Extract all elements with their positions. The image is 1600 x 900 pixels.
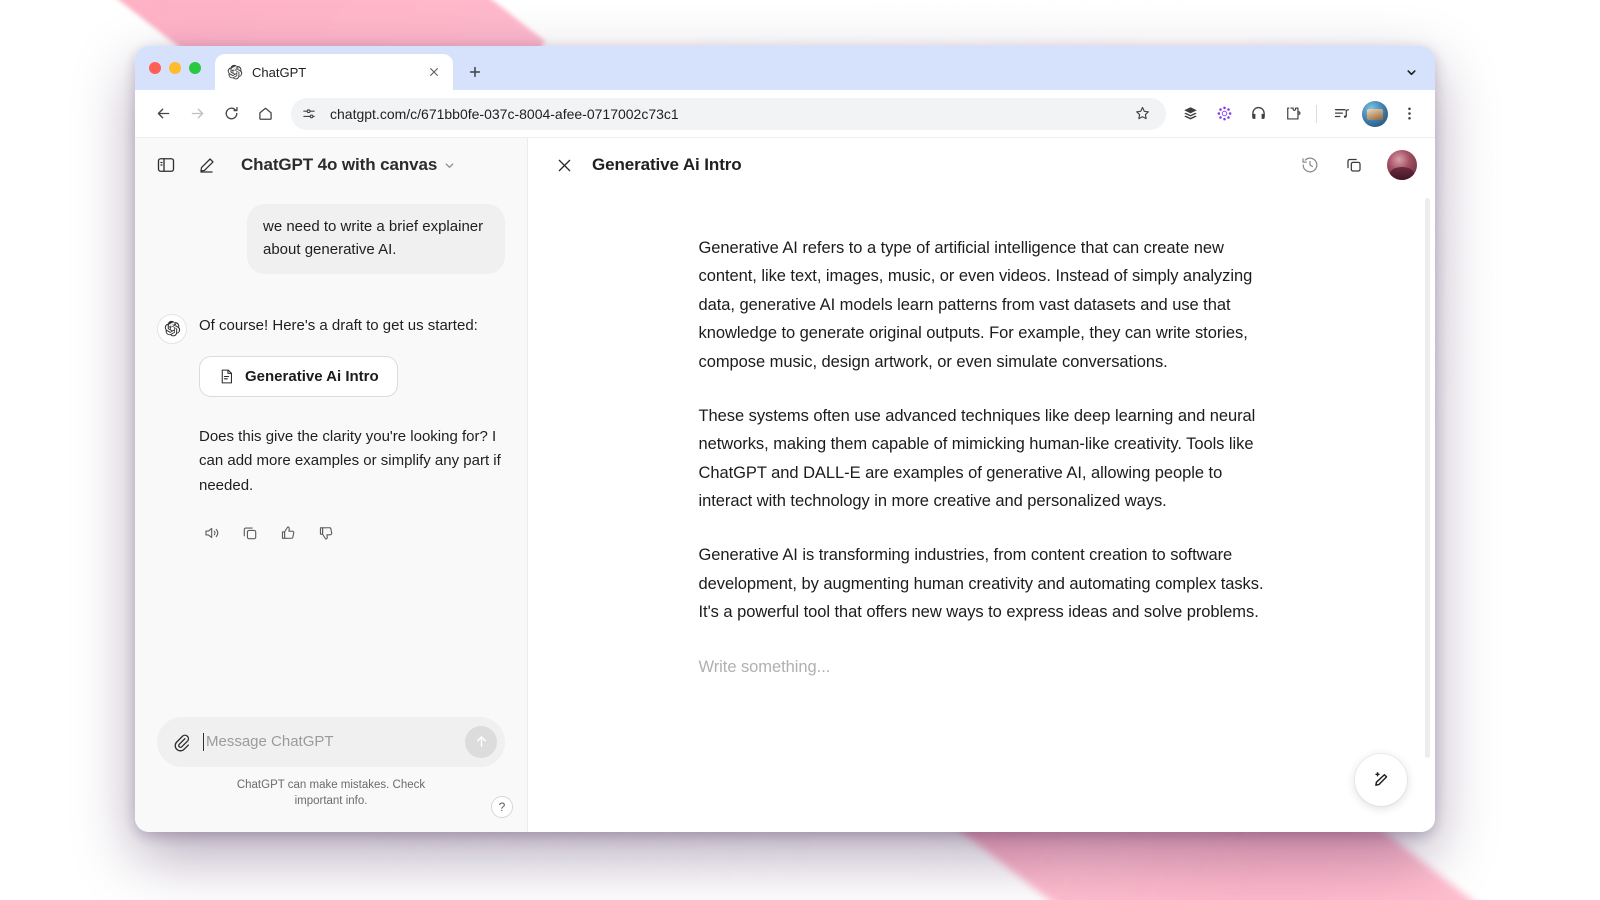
magic-edit-icon[interactable] (1355, 754, 1407, 806)
canvas-document-scroll[interactable]: Generative AI refers to a type of artifi… (528, 192, 1435, 832)
document-paragraph: Generative AI is transforming industries… (698, 546, 1264, 622)
copy-icon[interactable] (1339, 150, 1369, 180)
address-bar[interactable]: chatgpt.com/c/671bb0fe-037c-8004-afee-07… (291, 97, 1166, 130)
reading-list-icon[interactable] (1174, 98, 1206, 130)
version-history-icon[interactable] (1295, 150, 1325, 180)
home-icon[interactable] (249, 98, 281, 130)
browser-tab-title: ChatGPT (252, 64, 307, 80)
canvas-title: Generative Ai Intro (592, 155, 742, 174)
close-window-button[interactable] (149, 62, 161, 74)
thumbs-down-icon[interactable] (313, 520, 339, 546)
message-input-placeholder: Message ChatGPT (206, 733, 334, 751)
assistant-message-body: Of course! Here's a draft to get us star… (199, 314, 505, 546)
message-input[interactable]: Message ChatGPT (203, 732, 455, 751)
browser-toolbar: chatgpt.com/c/671bb0fe-037c-8004-afee-07… (135, 90, 1435, 138)
window-traffic-lights (149, 46, 215, 90)
headphones-icon[interactable] (1242, 98, 1274, 130)
copy-icon[interactable] (237, 520, 263, 546)
reload-icon[interactable] (215, 98, 247, 130)
bookmark-star-icon[interactable] (1134, 105, 1154, 122)
openai-logo-icon (157, 313, 187, 344)
toolbar-divider (1316, 104, 1317, 123)
send-message-button[interactable] (465, 725, 497, 758)
site-settings-icon[interactable] (301, 106, 321, 122)
assistant-message-actions (199, 520, 505, 546)
canvas-panel: Generative Ai Intro Generative AI refers… (528, 138, 1435, 832)
message-composer[interactable]: Message ChatGPT (157, 716, 505, 767)
user-avatar[interactable] (1387, 150, 1417, 180)
chatgpt-favicon (227, 64, 243, 80)
model-name-label: ChatGPT 4o with canvas (241, 155, 438, 174)
user-message-bubble: we need to write a brief explainer about… (247, 204, 505, 274)
chevron-down-icon (443, 159, 456, 172)
document-placeholder[interactable]: Write something... (699, 653, 1265, 681)
browser-profile-avatar[interactable] (1359, 98, 1391, 130)
paperclip-icon[interactable] (171, 732, 193, 752)
canvas-header: Generative Ai Intro (528, 138, 1435, 192)
assistant-message-row: Of course! Here's a draft to get us star… (157, 313, 505, 546)
close-icon[interactable] (425, 63, 443, 81)
chrome-menu-icon[interactable] (1393, 98, 1425, 130)
help-button[interactable]: ? (491, 796, 513, 818)
assistant-intro-text: Of course! Here's a draft to get us star… (199, 316, 478, 334)
assistant-followup-text: Does this give the clarity you're lookin… (199, 428, 501, 494)
new-tab-button[interactable] (461, 58, 489, 86)
canvas-document[interactable]: Generative AI refers to a type of artifi… (699, 192, 1265, 681)
browser-tab-strip: ChatGPT (135, 46, 1435, 90)
composer-area: Message ChatGPT ChatGPT can make mistake… (135, 716, 527, 832)
canvas-document-card[interactable]: Generative Ai Intro (199, 356, 398, 398)
media-queue-icon[interactable] (1325, 98, 1357, 130)
avatar (1362, 100, 1388, 127)
disclaimer-text: ChatGPT can make mistakes. Check importa… (236, 778, 426, 808)
extensions-puzzle-icon[interactable] (1276, 98, 1308, 130)
forward-icon[interactable] (181, 98, 213, 130)
chatgpt-page: ChatGPT 4o with canvas we need to write … (135, 138, 1435, 832)
extension-purple-icon[interactable] (1208, 98, 1240, 130)
document-paragraph: Generative AI refers to a type of artifi… (698, 239, 1253, 371)
chevron-down-icon[interactable] (1397, 58, 1425, 86)
new-chat-icon[interactable] (189, 148, 223, 182)
chat-message-list[interactable]: we need to write a brief explainer about… (135, 192, 527, 717)
maximize-window-button[interactable] (189, 62, 201, 74)
browser-window: ChatGPT chatgpt.com/c/671bb0fe-037c-8004… (135, 46, 1435, 832)
chat-panel-header: ChatGPT 4o with canvas (135, 138, 527, 192)
close-icon[interactable] (550, 151, 578, 179)
text-caret (203, 732, 204, 751)
sidebar-toggle-icon[interactable] (149, 148, 183, 182)
document-paragraph: These systems often use advanced techniq… (698, 406, 1256, 510)
model-selector[interactable]: ChatGPT 4o with canvas (233, 151, 464, 179)
chat-panel: ChatGPT 4o with canvas we need to write … (135, 138, 528, 832)
minimize-window-button[interactable] (169, 62, 181, 74)
address-bar-url: chatgpt.com/c/671bb0fe-037c-8004-afee-07… (330, 105, 679, 122)
document-icon (218, 368, 235, 385)
desktop-wallpaper: ChatGPT chatgpt.com/c/671bb0fe-037c-8004… (0, 0, 1600, 900)
browser-tab-chatgpt[interactable]: ChatGPT (215, 54, 453, 90)
back-icon[interactable] (147, 98, 179, 130)
read-aloud-icon[interactable] (199, 520, 225, 546)
canvas-card-title: Generative Ai Intro (245, 368, 379, 386)
canvas-scrollbar[interactable] (1425, 198, 1430, 758)
user-message-row: we need to write a brief explainer about… (157, 204, 505, 274)
thumbs-up-icon[interactable] (275, 520, 301, 546)
